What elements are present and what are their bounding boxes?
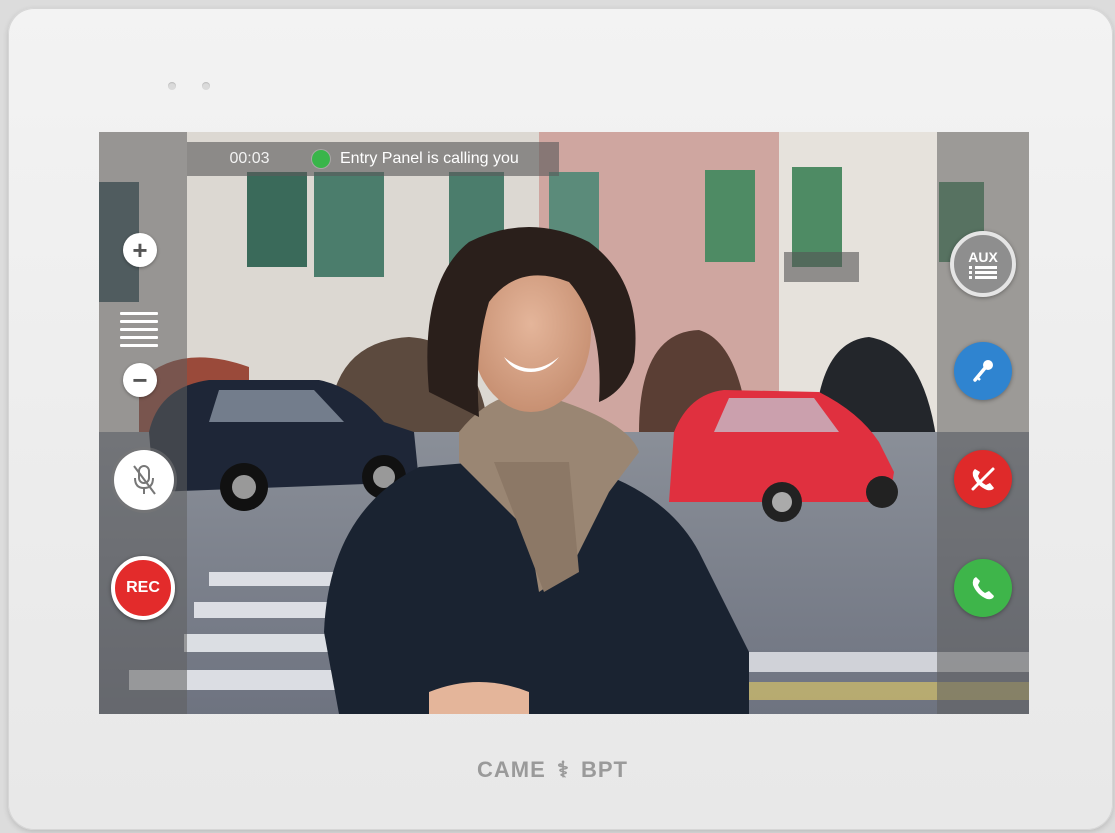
touch-screen: 00:03 Entry Panel is calling you + − REC… [99,132,1029,714]
plus-icon: + [132,235,148,265]
volume-level-icon [120,312,160,352]
right-control-panel [937,132,1029,714]
left-control-panel [99,132,187,714]
rec-label: REC [126,579,160,596]
aux-list-icon [969,266,997,279]
call-status-text: Entry Panel is calling you [340,150,519,167]
brand-name-right: BPT [580,757,628,782]
light-sensor-dot [202,82,210,90]
record-button[interactable]: REC [111,556,175,620]
call-timer: 00:03 [229,150,270,167]
brand-symbol-icon: ⚕ [556,757,570,782]
aux-label: AUX [968,249,998,265]
brand-name-left: CAME [477,757,546,782]
status-indicator-icon [312,150,330,168]
volume-down-button[interactable]: − [123,363,157,397]
brand-logo: CAME ⚕ BPT [0,757,1105,783]
answer-call-button[interactable] [954,559,1012,617]
mute-call-icon [971,467,995,491]
call-status-bar: 00:03 Entry Panel is calling you [187,142,559,176]
volume-up-button[interactable]: + [123,233,157,267]
minus-icon: − [132,365,148,395]
mute-microphone-button[interactable] [114,450,174,510]
key-icon [973,360,993,382]
door-open-button[interactable] [954,342,1012,400]
mic-muted-icon [133,465,156,495]
proximity-sensor-dot [168,82,176,90]
mute-call-button[interactable] [954,450,1012,508]
phone-answer-icon [972,577,994,600]
aux-button[interactable]: AUX [950,231,1016,297]
camera-feed [99,132,1029,714]
